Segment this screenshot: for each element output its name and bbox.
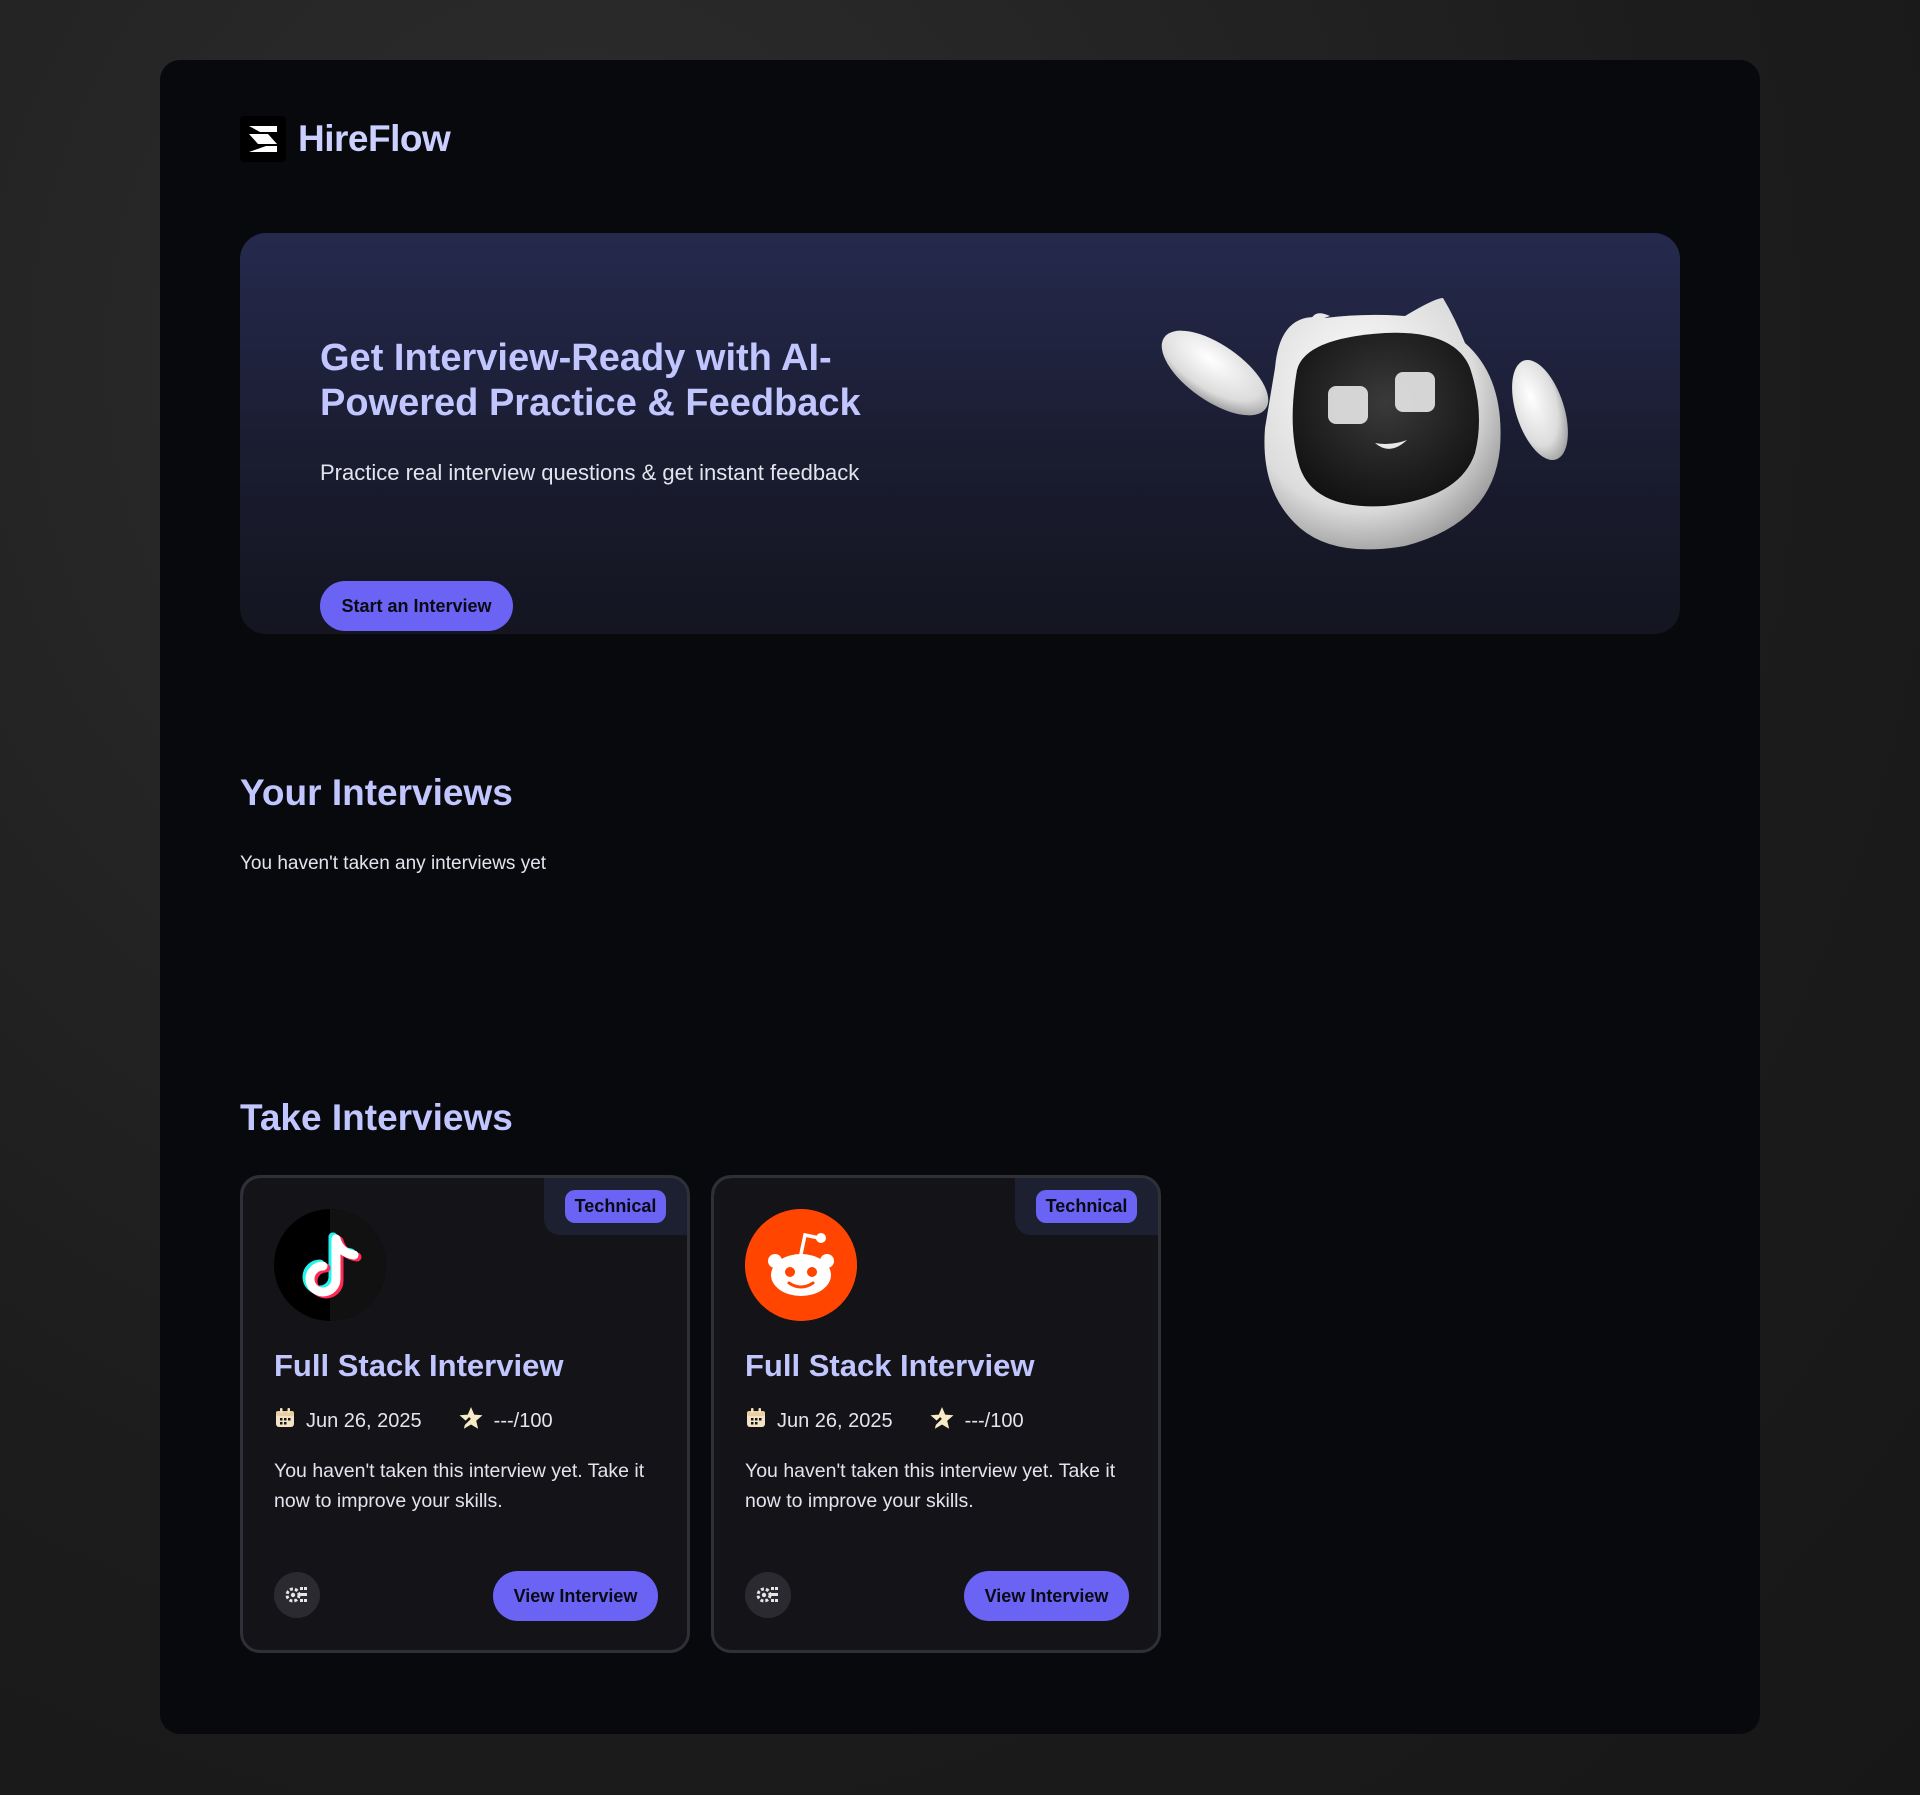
interview-type-tag: Technical [564,1190,667,1223]
robot-illustration [1161,298,1568,550]
hireflow-logo-icon [240,116,286,162]
card-meta: Jun 26, 2025 ---/100 [274,1406,553,1436]
tag-wrapper: Technical [544,1178,687,1235]
card-score: ---/100 [493,1409,553,1432]
your-interviews-title: Your Interviews [240,772,513,813]
card-date: Jun 26, 2025 [306,1409,422,1432]
card-title: Full Stack Interview [274,1348,564,1383]
view-interview-button[interactable]: View Interview [964,1571,1129,1621]
card-title: Full Stack Interview [745,1348,1035,1383]
hero-title: Get Interview-Ready with AI-Powered Prac… [320,337,861,424]
calendar-icon [274,1407,296,1435]
card-meta: Jun 26, 2025 ---/100 [745,1406,1024,1436]
card-description: You haven't taken this interview yet. Ta… [274,1460,645,1512]
start-interview-button[interactable]: Start an Interview [320,581,513,631]
tiktok-logo-icon [274,1209,386,1321]
card-score: ---/100 [964,1409,1024,1432]
card-date: Jun 26, 2025 [777,1409,893,1432]
tech-stack-icon [274,1572,320,1618]
reddit-logo-icon [745,1209,857,1321]
tag-wrapper: Technical [1015,1178,1158,1235]
main-shell: HireFlow Get Interview-Ready with AI-Pow… [160,60,1760,1734]
star-icon [458,1406,484,1436]
view-interview-button[interactable]: View Interview [493,1571,658,1621]
calendar-icon [745,1407,767,1435]
interview-card: Technical Full Stack Interview Jun 26, 2… [240,1175,690,1653]
brand[interactable]: HireFlow [240,116,451,162]
card-description: You haven't taken this interview yet. Ta… [745,1460,1116,1512]
tech-stack-icon [745,1572,791,1618]
interview-type-tag: Technical [1035,1190,1138,1223]
star-icon [929,1406,955,1436]
your-interviews-empty-text: You haven't taken any interviews yet [240,853,547,874]
interview-card: Technical Full Stack Interview Jun 26, 2… [711,1175,1161,1653]
hero-banner: Get Interview-Ready with AI-Powered Prac… [240,233,1680,634]
hero-subtitle: Practice real interview questions & get … [320,460,860,485]
brand-name: HireFlow [298,118,451,159]
take-interviews-title: Take Interviews [240,1097,513,1138]
